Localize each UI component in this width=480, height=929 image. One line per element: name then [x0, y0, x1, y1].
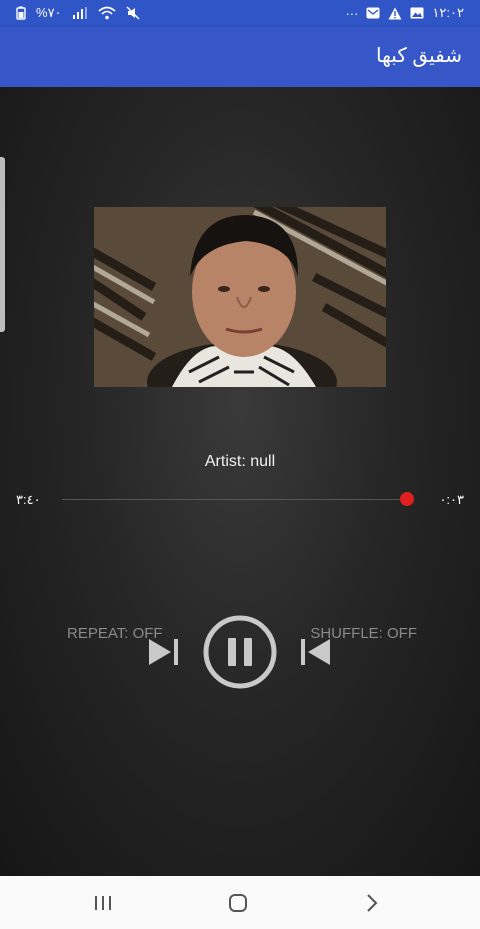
mute-icon	[126, 6, 140, 20]
pause-icon	[203, 615, 277, 689]
seek-thumb[interactable]	[400, 492, 415, 506]
edge-panel-handle[interactable]	[0, 157, 5, 332]
battery-icon	[16, 6, 26, 20]
status-bar: %٧٠ ··· ١٢:٠٢	[0, 0, 480, 27]
recents-icon	[95, 896, 111, 910]
seek-bar[interactable]	[62, 499, 412, 500]
gallery-icon	[410, 7, 424, 19]
shuffle-toggle[interactable]: SHUFFLE: OFF	[310, 625, 417, 642]
status-more: ···	[345, 5, 359, 21]
back-button[interactable]	[360, 891, 384, 915]
system-nav-bar	[0, 876, 480, 929]
artist-label: Artist: null	[204, 453, 276, 470]
play-pause-button[interactable]	[200, 614, 280, 690]
battery-percent: %٧٠	[36, 5, 62, 20]
back-icon	[367, 894, 378, 912]
warning-icon	[388, 7, 402, 20]
app-bar: شفيق كبها	[0, 27, 480, 87]
repeat-toggle[interactable]: REPEAT: OFF	[67, 625, 163, 642]
app-title: شفيق كبها	[375, 45, 462, 67]
player-screen: Artist: null ٣:٤٠ ٠:٠٣ REPEAT: OFF SHUFF…	[0, 87, 480, 876]
elapsed-time: ٠:٠٣	[439, 492, 464, 507]
wifi-icon	[98, 6, 116, 20]
signal-icon	[72, 7, 88, 19]
status-left-group: ··· ١٢:٠٢	[345, 5, 464, 21]
album-artwork	[94, 207, 386, 387]
status-time: ١٢:٠٢	[432, 5, 464, 20]
mail-notification-icon	[366, 7, 380, 19]
home-button[interactable]	[226, 891, 250, 915]
status-right-group: %٧٠	[16, 5, 140, 21]
recents-button[interactable]	[91, 891, 115, 915]
total-time: ٣:٤٠	[16, 492, 41, 507]
home-icon	[229, 894, 247, 912]
